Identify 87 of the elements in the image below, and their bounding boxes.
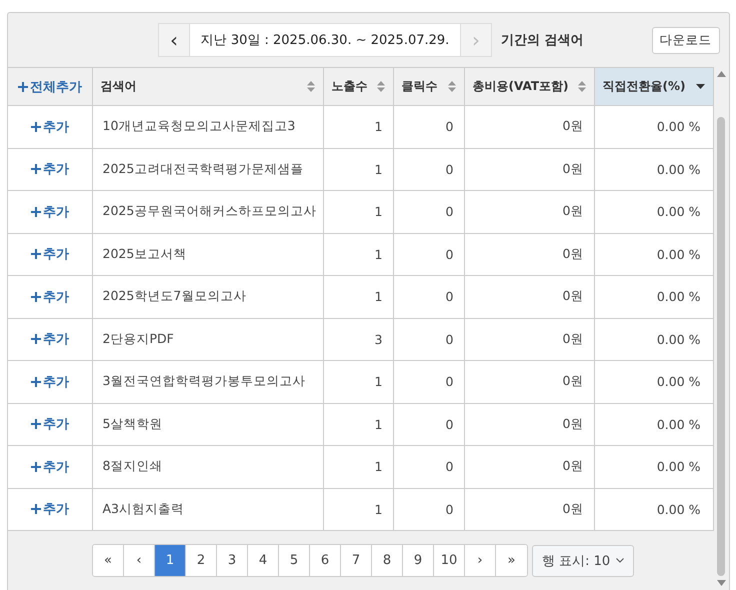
scroll-up-icon[interactable] xyxy=(716,71,726,77)
download-button[interactable]: 다운로드 xyxy=(652,26,720,54)
cost-cell: 0원 xyxy=(464,190,594,233)
plus-icon xyxy=(30,334,41,344)
column-header[interactable]: 총비용(VAT포함) xyxy=(464,68,594,106)
add-link[interactable]: 추가 xyxy=(30,500,69,518)
conversion-cell: 0.00 % xyxy=(594,360,713,403)
keyword-cell: A3시험지출력 xyxy=(92,488,323,530)
impressions-cell: 1 xyxy=(323,360,393,403)
keyword-cell: 2025공무원국어해커스하프모의고사 xyxy=(92,190,323,233)
add-link[interactable]: 추가 xyxy=(30,118,69,136)
keyword-cell: 3월전국연합학력평가봉투모의고사 xyxy=(92,360,323,403)
plus-icon xyxy=(30,419,41,430)
clicks-cell: 0 xyxy=(393,148,464,190)
cost-cell: 0원 xyxy=(464,276,594,318)
column-header[interactable]: 직접전환율(%) xyxy=(594,68,713,106)
add-link[interactable]: 추가 xyxy=(30,372,69,391)
period-caption: 기간의 검색어 xyxy=(501,32,584,49)
impressions-cell: 3 xyxy=(323,318,393,360)
cost-cell: 0원 xyxy=(464,233,594,276)
clicks-cell: 0 xyxy=(393,446,464,488)
clicks-cell: 0 xyxy=(393,106,464,148)
plus-icon xyxy=(18,82,28,92)
add-link[interactable]: 추가 xyxy=(30,458,69,476)
impressions-cell: 1 xyxy=(323,148,393,190)
plus-icon xyxy=(30,292,41,302)
cost-cell: 0원 xyxy=(464,318,594,360)
impressions-cell: 1 xyxy=(323,276,393,318)
plus-icon xyxy=(30,122,41,132)
column-header[interactable]: 노출수 xyxy=(323,68,393,106)
plus-icon xyxy=(30,376,41,387)
conversion-cell: 0.00 % xyxy=(594,446,713,488)
conversion-cell: 0.00 % xyxy=(594,403,713,446)
cost-cell: 0원 xyxy=(464,106,594,148)
cost-cell: 0원 xyxy=(464,360,594,403)
clicks-cell: 0 xyxy=(393,360,464,403)
clicks-cell: 0 xyxy=(393,318,464,360)
page-button[interactable]: 1 xyxy=(155,545,186,576)
conversion-cell: 0.00 % xyxy=(594,106,713,148)
chevron-down-icon xyxy=(616,558,624,563)
scrollbar-thumb[interactable] xyxy=(717,117,725,576)
first-page-button[interactable]: « xyxy=(93,545,124,576)
conversion-cell: 0.00 % xyxy=(594,190,713,233)
keyword-cell: 2025고려대전국학력평가문제샘플 xyxy=(92,148,323,190)
clicks-cell: 0 xyxy=(393,403,464,446)
clicks-cell: 0 xyxy=(393,276,464,318)
impressions-cell: 1 xyxy=(323,403,393,446)
keyword-cell: 5살책학원 xyxy=(92,403,323,446)
previous-period-button[interactable]: ‹ xyxy=(158,23,190,57)
cost-cell: 0원 xyxy=(464,446,594,488)
add-link[interactable]: 추가 xyxy=(30,160,69,178)
date-range: 지난 30일 : 2025.06.30. ~ 2025.07.29. xyxy=(190,23,460,57)
plus-icon xyxy=(30,249,41,260)
plus-icon xyxy=(30,206,41,217)
keyword-cell: 10개년교육청모의고사문제집고3 xyxy=(92,106,323,148)
add-link[interactable]: 추가 xyxy=(30,330,69,348)
plus-icon xyxy=(30,164,41,174)
plus-icon xyxy=(30,462,41,472)
conversion-cell: 0.00 % xyxy=(594,318,713,360)
add-link[interactable]: 추가 xyxy=(30,288,69,306)
clicks-cell: 0 xyxy=(393,233,464,276)
plus-icon xyxy=(30,504,41,514)
impressions-cell: 1 xyxy=(323,190,393,233)
impressions-cell: 1 xyxy=(323,488,393,530)
keyword-cell: 8절지인쇄 xyxy=(92,446,323,488)
conversion-cell: 0.00 % xyxy=(594,488,713,530)
add-link[interactable]: 추가 xyxy=(30,202,69,221)
add-link[interactable]: 추가 xyxy=(30,415,69,434)
conversion-cell: 0.00 % xyxy=(594,276,713,318)
keyword-cell: 2025보고서책 xyxy=(92,233,323,276)
clicks-cell: 0 xyxy=(393,190,464,233)
conversion-cell: 0.00 % xyxy=(594,233,713,276)
scroll-down-icon[interactable] xyxy=(716,580,726,586)
cost-cell: 0원 xyxy=(464,403,594,446)
impressions-cell: 1 xyxy=(323,106,393,148)
conversion-cell: 0.00 % xyxy=(594,148,713,190)
rows-per-page-select[interactable]: 행 표시: 10 xyxy=(532,544,634,576)
impressions-cell: 1 xyxy=(323,233,393,276)
column-header[interactable]: 검색어 xyxy=(92,68,323,106)
add-link[interactable]: 추가 xyxy=(30,245,69,264)
clicks-cell: 0 xyxy=(393,488,464,530)
keyword-cell: 2단용지PDF xyxy=(92,318,323,360)
cost-cell: 0원 xyxy=(464,148,594,190)
cost-cell: 0원 xyxy=(464,488,594,530)
impressions-cell: 1 xyxy=(323,446,393,488)
column-header[interactable]: 클릭수 xyxy=(393,68,464,106)
keyword-cell: 2025학년도7월모의고사 xyxy=(92,276,323,318)
